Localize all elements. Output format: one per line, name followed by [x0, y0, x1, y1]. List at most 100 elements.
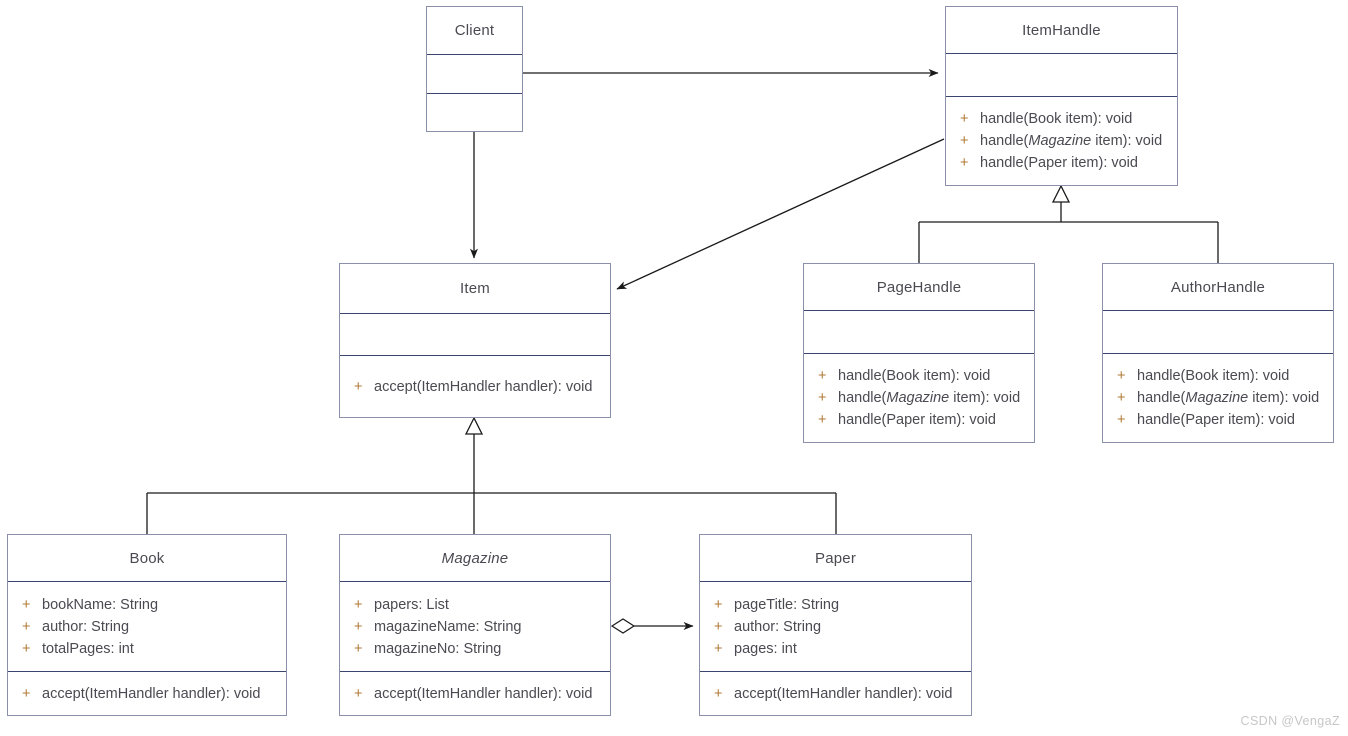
operations-compartment-book: + accept(ItemHandler handler): void — [8, 672, 286, 715]
attribute-row: + magazineNo: String — [340, 638, 610, 660]
operation-signature: handle(Paper item): void — [980, 155, 1138, 171]
uml-class-page-handle[interactable]: PageHandle + handle(Book item): void + h… — [803, 263, 1035, 443]
attribute-signature: pageTitle: String — [734, 596, 840, 613]
visibility-marker: + — [1117, 368, 1126, 384]
visibility-marker: + — [960, 133, 969, 149]
operation-row: + handle(Magazine item): void — [1103, 387, 1333, 409]
attribute-signature: author: String — [734, 618, 822, 635]
class-name-magazine: Magazine — [340, 535, 610, 582]
attribute-signature: author: String — [42, 618, 130, 635]
operations-compartment-item-handle: + handle(Book item): void + handle(Magaz… — [946, 97, 1177, 185]
attributes-compartment-magazine: + papers: List + magazineName: String + … — [340, 582, 610, 672]
uml-class-diagram-canvas: Client ItemHandle + handle(Book item): v… — [0, 0, 1348, 736]
operations-compartment-item: + accept(ItemHandler handler): void — [340, 356, 610, 417]
operation-row: + handle(Magazine item): void — [804, 387, 1034, 409]
visibility-marker: + — [1117, 412, 1126, 428]
class-name-item-handle: ItemHandle — [946, 7, 1177, 54]
attribute-signature: magazineName: String — [374, 618, 522, 635]
operation-row: + accept(ItemHandler handler): void — [340, 683, 610, 705]
operations-compartment-page-handle: + handle(Book item): void + handle(Magaz… — [804, 354, 1034, 442]
operation-signature: handle(Magazine item): void — [980, 133, 1163, 149]
operation-signature: handle(Book item): void — [1137, 368, 1290, 384]
attributes-compartment-item — [340, 314, 610, 356]
uml-class-item-handle[interactable]: ItemHandle + handle(Book item): void + h… — [945, 6, 1178, 186]
visibility-marker: + — [714, 640, 723, 657]
visibility-marker: + — [714, 685, 723, 702]
visibility-marker: + — [22, 596, 31, 613]
attribute-signature: papers: List — [374, 596, 449, 613]
visibility-marker: + — [714, 596, 723, 613]
visibility-marker: + — [354, 640, 363, 657]
operation-signature: handle(Book item): void — [838, 368, 991, 384]
visibility-marker: + — [22, 685, 31, 702]
operation-row: + handle(Paper item): void — [946, 152, 1177, 174]
visibility-marker: + — [818, 412, 827, 428]
uml-class-magazine[interactable]: Magazine + papers: List + magazineName: … — [339, 534, 611, 716]
attributes-compartment-client — [427, 55, 522, 94]
operation-signature: accept(ItemHandler handler): void — [734, 685, 953, 702]
class-name-author-handle: AuthorHandle — [1103, 264, 1333, 311]
class-name-book: Book — [8, 535, 286, 582]
class-name-paper: Paper — [700, 535, 971, 582]
operation-signature: handle(Magazine item): void — [838, 390, 1021, 406]
edge-items-inherit-item — [146, 416, 837, 534]
attribute-row: + pages: int — [700, 638, 971, 660]
operation-row: + accept(ItemHandler handler): void — [340, 376, 610, 398]
uml-class-item[interactable]: Item + accept(ItemHandler handler): void — [339, 263, 611, 418]
attribute-row: + pageTitle: String — [700, 594, 971, 616]
watermark: CSDN @VengaZ — [1240, 714, 1340, 728]
operation-signature: handle(Book item): void — [980, 111, 1133, 127]
visibility-marker: + — [1117, 390, 1126, 406]
visibility-marker: + — [818, 390, 827, 406]
attribute-row: + author: String — [8, 616, 286, 638]
operation-signature: handle(Paper item): void — [1137, 412, 1295, 428]
operation-signature: accept(ItemHandler handler): void — [374, 378, 593, 395]
uml-class-book[interactable]: Book + bookName: String + author: String… — [7, 534, 287, 716]
attributes-compartment-paper: + pageTitle: String + author: String + p… — [700, 582, 971, 672]
attribute-row: + bookName: String — [8, 594, 286, 616]
attribute-signature: totalPages: int — [42, 640, 134, 657]
visibility-marker: + — [354, 596, 363, 613]
attributes-compartment-book: + bookName: String + author: String + to… — [8, 582, 286, 672]
visibility-marker: + — [354, 618, 363, 635]
operation-row: + handle(Paper item): void — [1103, 409, 1333, 431]
visibility-marker: + — [22, 640, 31, 657]
operation-row: + handle(Magazine item): void — [946, 130, 1177, 152]
visibility-marker: + — [960, 155, 969, 171]
operations-compartment-client — [427, 94, 522, 131]
attribute-signature: bookName: String — [42, 596, 159, 613]
visibility-marker: + — [22, 618, 31, 635]
operation-row: + accept(ItemHandler handler): void — [8, 683, 286, 705]
uml-class-paper[interactable]: Paper + pageTitle: String + author: Stri… — [699, 534, 972, 716]
class-name-client: Client — [427, 7, 522, 55]
operations-compartment-author-handle: + handle(Book item): void + handle(Magaz… — [1103, 354, 1333, 442]
attribute-row: + totalPages: int — [8, 638, 286, 660]
operation-row: + handle(Book item): void — [1103, 365, 1333, 387]
attribute-row: + magazineName: String — [340, 616, 610, 638]
operation-signature: handle(Magazine item): void — [1137, 390, 1320, 406]
visibility-marker: + — [818, 368, 827, 384]
edge-handlers-inherit-itemhandle — [918, 184, 1219, 263]
operation-signature: accept(ItemHandler handler): void — [42, 685, 261, 702]
operation-row: + handle(Paper item): void — [804, 409, 1034, 431]
visibility-marker: + — [354, 378, 363, 395]
uml-class-author-handle[interactable]: AuthorHandle + handle(Book item): void +… — [1102, 263, 1334, 443]
operations-compartment-paper: + accept(ItemHandler handler): void — [700, 672, 971, 715]
operation-row: + handle(Book item): void — [946, 108, 1177, 130]
attribute-row: + papers: List — [340, 594, 610, 616]
class-name-item: Item — [340, 264, 610, 314]
operation-signature: accept(ItemHandler handler): void — [374, 685, 593, 702]
operation-row: + handle(Book item): void — [804, 365, 1034, 387]
class-name-page-handle: PageHandle — [804, 264, 1034, 311]
attribute-row: + author: String — [700, 616, 971, 638]
uml-class-client[interactable]: Client — [426, 6, 523, 132]
operation-signature: handle(Paper item): void — [838, 412, 996, 428]
attributes-compartment-page-handle — [804, 311, 1034, 354]
attributes-compartment-author-handle — [1103, 311, 1333, 354]
visibility-marker: + — [960, 111, 969, 127]
attribute-signature: pages: int — [734, 640, 797, 657]
attribute-signature: magazineNo: String — [374, 640, 502, 657]
attributes-compartment-item-handle — [946, 54, 1177, 97]
operations-compartment-magazine: + accept(ItemHandler handler): void — [340, 672, 610, 715]
visibility-marker: + — [354, 685, 363, 702]
